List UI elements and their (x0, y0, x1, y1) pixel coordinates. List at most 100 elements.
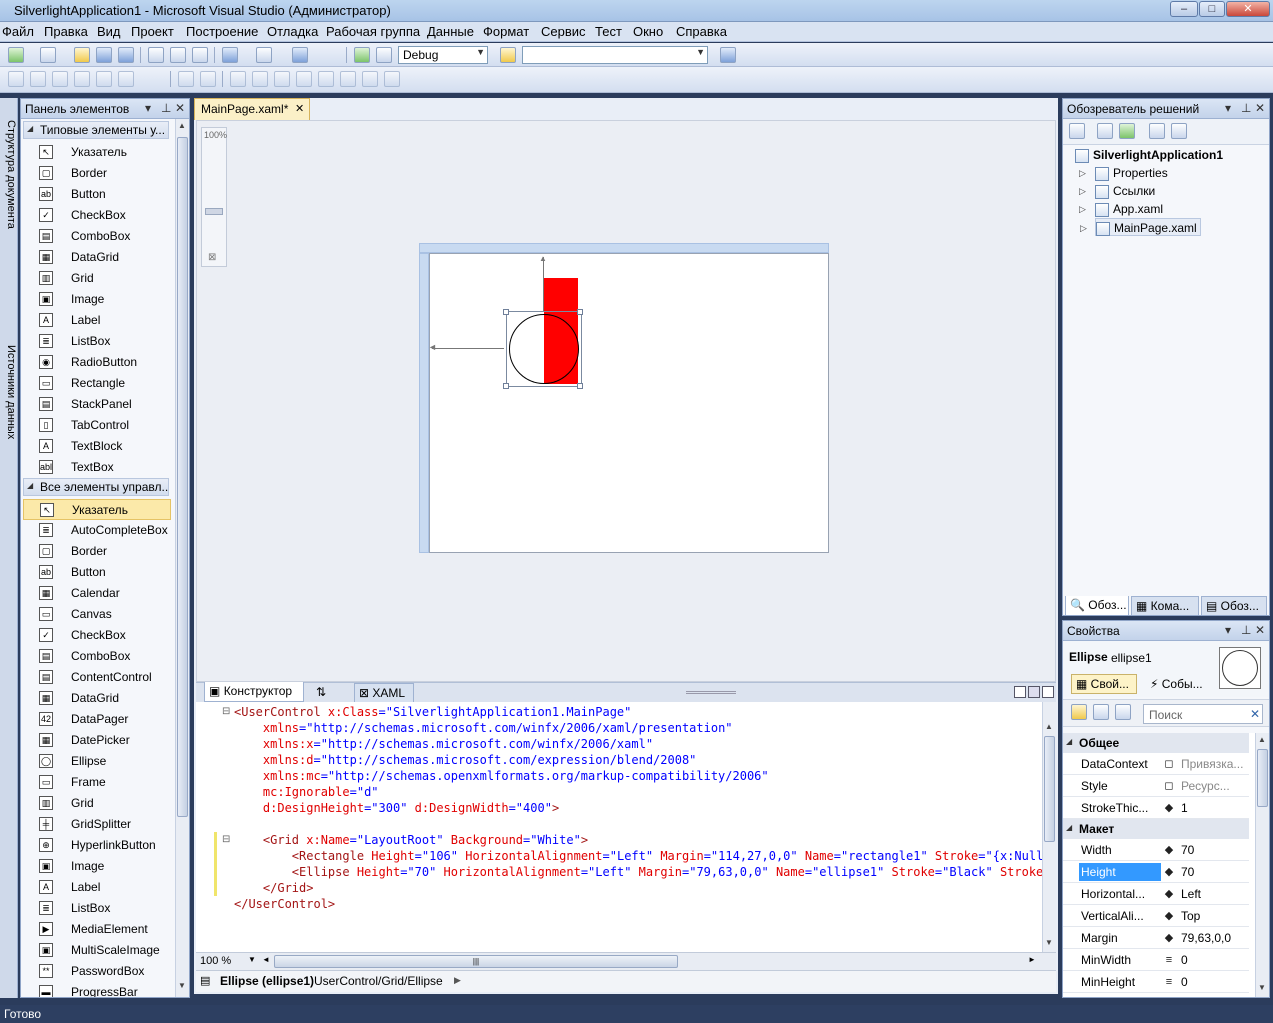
zoom-slider[interactable]: 100% ⊠ (201, 127, 227, 267)
tree-item-mainpage-xaml[interactable]: ▷ MainPage.xaml (1080, 218, 1201, 236)
pane-menu-icon[interactable]: ▾ (1225, 623, 1231, 637)
close-icon[interactable]: ✕ (1255, 623, 1265, 637)
sort-alpha-icon[interactable] (1093, 704, 1109, 720)
toolbox-item[interactable]: ▣ Image (23, 289, 171, 310)
toolbox-item[interactable]: ≣ ListBox (23, 898, 171, 919)
property-row[interactable]: StrokeThic... ◆ 1 (1063, 798, 1249, 819)
tree-item-properties[interactable]: ▷ Properties (1079, 164, 1168, 182)
resize-handle[interactable] (577, 309, 583, 315)
property-marker-icon[interactable]: ◻ (1162, 779, 1176, 793)
property-row[interactable]: Width ◆ 70 (1063, 840, 1249, 861)
toolbox-item[interactable]: ** PasswordBox (23, 961, 171, 982)
property-marker-icon[interactable]: ◆ (1162, 843, 1176, 857)
property-row[interactable]: MinHeight ≡ 0 (1063, 972, 1249, 993)
maximize-button[interactable]: □ (1199, 1, 1225, 17)
tab-document-outline[interactable]: Структура документа (1, 118, 17, 238)
collapse-icon[interactable]: ⊟ (222, 834, 230, 845)
save-all-icon[interactable] (118, 47, 134, 63)
pin-icon[interactable]: ⊥ (1241, 623, 1251, 637)
copy-icon[interactable] (170, 47, 186, 63)
close-icon[interactable]: ✕ (175, 101, 185, 115)
scroll-thumb[interactable] (1257, 749, 1268, 807)
scroll-down-icon[interactable]: ▼ (1045, 938, 1053, 947)
toolbox-item[interactable]: ≣ ListBox (23, 331, 171, 352)
view-designer-icon[interactable] (1171, 123, 1187, 139)
properties-scrollbar[interactable]: ▲ ▼ (1255, 733, 1269, 997)
toolbox-item[interactable]: ✓ CheckBox (23, 625, 171, 646)
toolbox-item[interactable]: ◉ RadioButton (23, 352, 171, 373)
property-marker-icon[interactable]: ≡ (1162, 953, 1176, 967)
add-item-icon[interactable] (40, 47, 56, 63)
zoom-dropdown-icon[interactable]: ▼ (248, 955, 256, 964)
align-center-icon[interactable] (30, 71, 46, 87)
tab-class-view[interactable]: ▤ Обоз... (1201, 596, 1267, 615)
collapse-pane-icon[interactable] (1042, 686, 1054, 698)
tab-designer[interactable]: ▣ Конструктор (204, 682, 304, 702)
scroll-left-icon[interactable]: ◄ (262, 955, 270, 964)
outdent-icon[interactable] (200, 71, 216, 87)
align-bottom-icon[interactable] (118, 71, 134, 87)
tab-properties[interactable]: ▦ Свой... (1071, 674, 1137, 694)
hscroll-thumb[interactable]: ||| (274, 955, 678, 968)
tab-xaml[interactable]: ⊠ XAML (354, 683, 414, 703)
next-file-bookmark-icon[interactable] (340, 71, 356, 87)
toolbox-item[interactable]: ▥ Grid (23, 793, 171, 814)
property-row[interactable]: VerticalAli... ◆ Top (1063, 906, 1249, 927)
splitter-grip[interactable] (686, 691, 736, 694)
property-marker-icon[interactable]: ◆ (1162, 865, 1176, 879)
menu-item[interactable]: Отладка (267, 24, 318, 39)
menu-item[interactable]: Вид (97, 24, 121, 39)
breadcrumb-path[interactable]: UserControl/Grid/Ellipse (314, 974, 443, 988)
element-name[interactable]: ellipse1 (1111, 651, 1152, 665)
property-value[interactable]: Top (1181, 909, 1247, 923)
toolbox-item[interactable]: ▤ ContentControl (23, 667, 171, 688)
property-value[interactable]: Left (1181, 887, 1247, 901)
toolbox-item[interactable]: ▦ Calendar (23, 583, 171, 604)
toolbox-item[interactable]: ▣ Image (23, 856, 171, 877)
scroll-up-icon[interactable]: ▲ (1045, 722, 1053, 731)
indent-icon[interactable] (178, 71, 194, 87)
bookmark-icon[interactable] (274, 71, 290, 87)
scroll-down-icon[interactable]: ▼ (178, 981, 186, 990)
property-marker-icon[interactable]: ◆ (1162, 931, 1176, 945)
toolbox-group-header[interactable]: Все элементы управл... (23, 478, 169, 496)
toolbox-item[interactable]: ▦ DatePicker (23, 730, 171, 751)
toolbox-item[interactable]: ✓ CheckBox (23, 205, 171, 226)
uncomment-icon[interactable] (252, 71, 268, 87)
column-ruler[interactable] (419, 243, 829, 253)
new-project-icon[interactable] (8, 47, 24, 63)
toolbox-item[interactable]: ▭ Canvas (23, 604, 171, 625)
property-value[interactable]: 70 (1181, 843, 1247, 857)
align-left-icon[interactable] (8, 71, 24, 87)
toolbox-item[interactable]: ▦ DataGrid (23, 688, 171, 709)
toolbox-item[interactable]: ▢ Border (23, 163, 171, 184)
toolbox-item[interactable]: 42 DataPager (23, 709, 171, 730)
scroll-up-icon[interactable]: ▲ (1258, 735, 1266, 744)
property-value[interactable]: 1 (1181, 801, 1247, 815)
find-in-files-icon[interactable] (500, 47, 516, 63)
navigate-icon[interactable] (292, 47, 308, 63)
pin-icon[interactable]: ⊥ (1241, 101, 1251, 115)
property-row[interactable]: Margin ◆ 79,63,0,0 (1063, 928, 1249, 949)
minimize-button[interactable]: – (1170, 1, 1198, 17)
view-code-icon[interactable] (1149, 123, 1165, 139)
align-top-icon[interactable] (74, 71, 90, 87)
menu-item[interactable]: Тест (595, 24, 622, 39)
solution-explorer-icon[interactable] (720, 47, 736, 63)
next-bookmark-icon[interactable] (318, 71, 334, 87)
toolbox-item[interactable]: ▤ ComboBox (23, 646, 171, 667)
menu-item[interactable]: Окно (633, 24, 663, 39)
menu-item[interactable]: Формат (483, 24, 529, 39)
solution-config-select[interactable]: Debug ▼ (398, 46, 488, 64)
save-icon[interactable] (96, 47, 112, 63)
refresh-icon[interactable] (1119, 123, 1135, 139)
menu-item[interactable]: Справка (676, 24, 727, 39)
expand-icon[interactable]: ▷ (1079, 200, 1086, 218)
show-all-files-icon[interactable] (1097, 123, 1113, 139)
tab-events[interactable]: ⚡ Собы... (1145, 674, 1213, 694)
breadcrumb-current[interactable]: Ellipse (ellipse1) (220, 974, 314, 988)
toolbox-item[interactable]: ▭ Rectangle (23, 373, 171, 394)
toolbox-item[interactable]: A TextBlock (23, 436, 171, 457)
toolbox-item[interactable]: ╪ GridSplitter (23, 814, 171, 835)
open-folder-icon[interactable] (74, 47, 90, 63)
